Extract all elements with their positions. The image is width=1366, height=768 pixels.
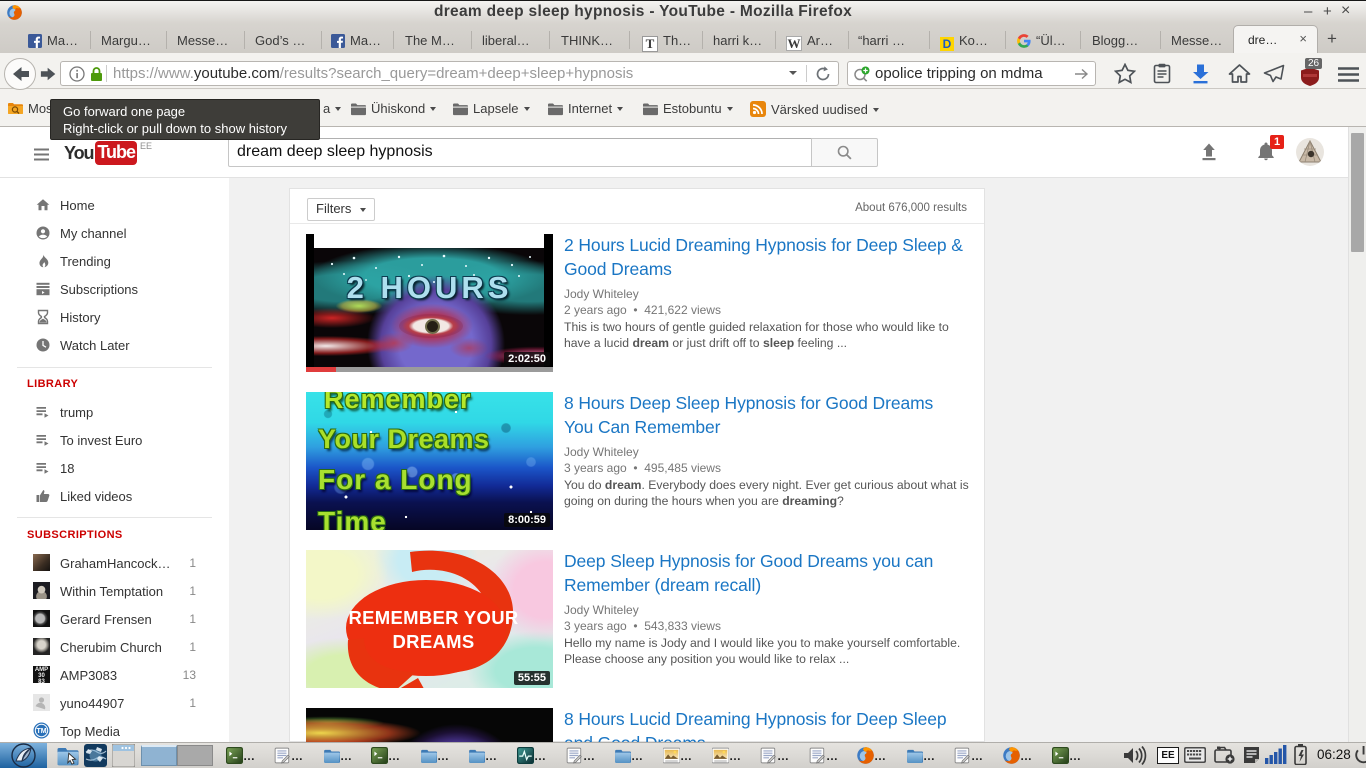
svg-text:TM: TM [36,728,46,735]
